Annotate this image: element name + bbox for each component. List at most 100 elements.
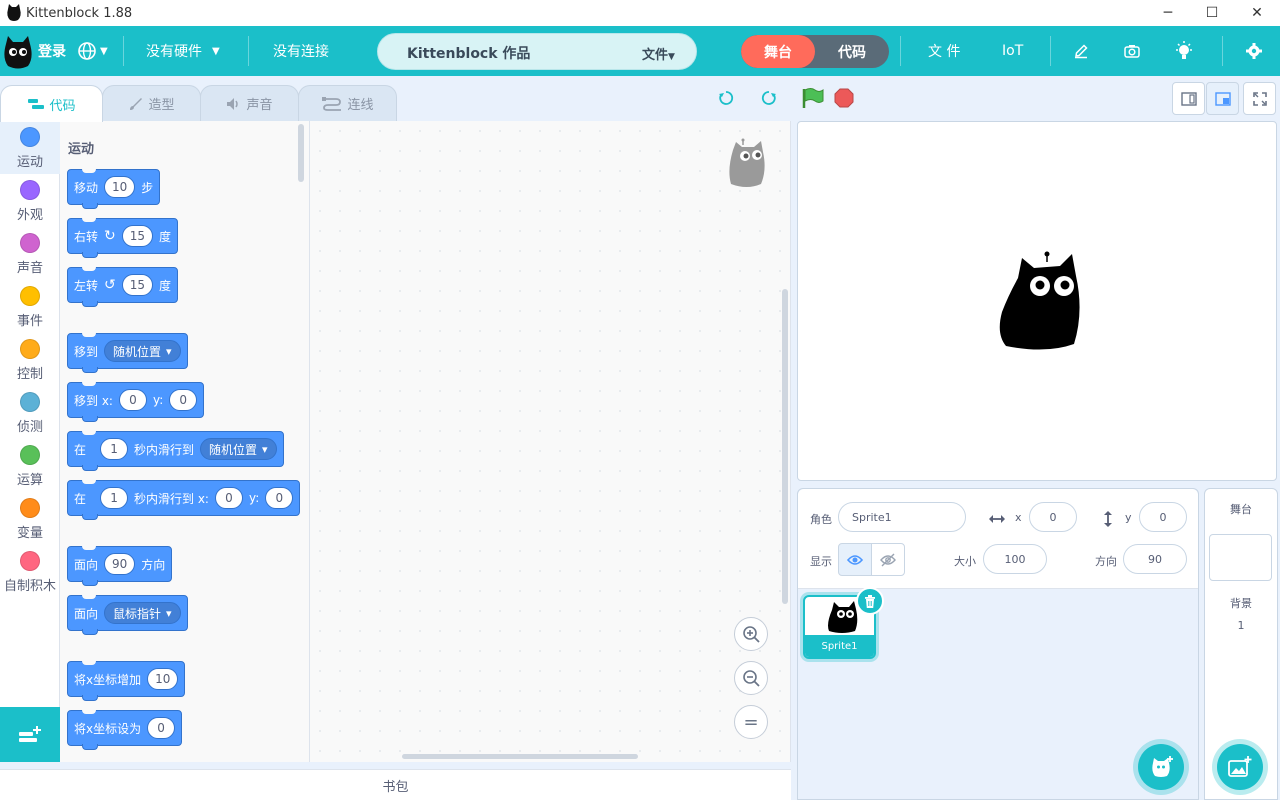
zoom-reset-button[interactable]: =	[734, 705, 768, 739]
backdrop-thumbnail[interactable]	[1209, 534, 1272, 581]
block-goto[interactable]: 移到 随机位置	[67, 333, 188, 373]
redo-button[interactable]	[760, 89, 778, 107]
block-point-direction[interactable]: 面向 90 方向	[67, 546, 173, 586]
close-button[interactable]: ✕	[1234, 0, 1280, 26]
size-input[interactable]: 100	[983, 544, 1047, 574]
block-glide-to[interactable]: 在 1 秒内滑行到 随机位置	[67, 431, 284, 471]
category-events[interactable]: 事件	[0, 280, 60, 333]
direction-input[interactable]: 90	[1123, 544, 1187, 574]
direction-input[interactable]: 90	[104, 553, 136, 575]
goto-target-dropdown[interactable]: 随机位置	[104, 340, 181, 362]
add-sprite-button[interactable]	[1138, 744, 1184, 790]
delete-sprite-button[interactable]	[856, 587, 884, 615]
block-turn-left[interactable]: 左转 ↺ 15 度	[67, 267, 179, 307]
code-blocks-icon	[28, 99, 45, 109]
block-point-towards[interactable]: 面向 鼠标指针	[67, 595, 188, 635]
file-dropdown[interactable]: 文件▼	[642, 44, 675, 63]
chevron-down-icon: ▼	[668, 52, 675, 62]
zoom-out-button[interactable]	[734, 661, 768, 695]
tab-costume[interactable]: 造型	[102, 85, 201, 121]
project-title-box[interactable]: Kittenblock 作品 文件▼	[377, 33, 697, 70]
tab-sound[interactable]: 声音	[200, 85, 299, 121]
wiring-icon	[322, 96, 342, 111]
palette-scrollbar[interactable]	[298, 124, 304, 182]
add-extension-button[interactable]	[0, 707, 60, 762]
settings-button[interactable]	[1246, 26, 1262, 76]
rotate-clockwise-icon: ↻	[104, 228, 116, 244]
login-button[interactable]: 登录	[38, 26, 66, 76]
sprite-name-input[interactable]: Sprite1	[838, 502, 966, 532]
block-glide-xy[interactable]: 在 1 秒内滑行到 x: 0 y: 0	[67, 480, 301, 520]
block-change-x[interactable]: 将x坐标增加 10	[67, 661, 186, 701]
avatar[interactable]	[2, 36, 34, 70]
y-input[interactable]: 0	[265, 487, 294, 509]
category-control[interactable]: 控制	[0, 333, 60, 386]
screenshot-button[interactable]	[1124, 26, 1140, 76]
maximize-button[interactable]: ☐	[1189, 0, 1235, 26]
hide-sprite-button[interactable]	[871, 543, 905, 576]
window-title: Kittenblock 1.88	[26, 5, 133, 21]
zoom-in-button[interactable]	[734, 617, 768, 651]
block-move-steps[interactable]: 移动 10 步	[67, 169, 161, 209]
degrees-input[interactable]: 15	[121, 225, 154, 247]
block-turn-right[interactable]: 右转 ↻ 15 度	[67, 218, 179, 258]
project-title[interactable]: Kittenblock 作品	[407, 43, 530, 63]
language-button[interactable]: ▼	[77, 26, 108, 76]
steps-input[interactable]: 10	[104, 176, 136, 198]
stop-button[interactable]	[834, 88, 854, 108]
change-x-input[interactable]: 10	[147, 668, 179, 690]
workspace-vertical-scrollbar[interactable]	[782, 289, 788, 604]
secs-input[interactable]: 1	[100, 438, 129, 460]
x-input[interactable]: 0	[214, 487, 243, 509]
x-input[interactable]: 0	[118, 389, 147, 411]
x-input[interactable]: 0	[1029, 502, 1077, 532]
chevron-down-icon: ▼	[100, 45, 108, 57]
divider	[1222, 36, 1223, 66]
small-stage-button[interactable]	[1172, 82, 1205, 115]
category-sound[interactable]: 声音	[0, 227, 60, 280]
category-variables[interactable]: 变量	[0, 492, 60, 545]
add-backdrop-button[interactable]	[1217, 744, 1263, 790]
towards-target-dropdown[interactable]: 鼠标指针	[104, 602, 181, 624]
block-label: 将x坐标设为	[74, 721, 142, 736]
vertical-arrows-icon	[1104, 511, 1112, 527]
code-workspace[interactable]	[310, 121, 791, 762]
stage-mode-button[interactable]: 舞台	[741, 35, 815, 68]
normal-stage-button[interactable]	[1206, 82, 1239, 115]
category-operators[interactable]: 运算	[0, 439, 60, 492]
stage-selector-title: 舞台	[1230, 503, 1252, 516]
tab-wiring[interactable]: 连线	[298, 85, 397, 121]
theme-button[interactable]	[1175, 26, 1193, 76]
file-menu[interactable]: 文 件	[928, 26, 960, 76]
undo-button[interactable]	[717, 89, 735, 107]
tab-code[interactable]: 代码	[0, 85, 103, 122]
minimize-button[interactable]: ─	[1145, 0, 1191, 26]
show-sprite-button[interactable]	[838, 543, 872, 576]
green-flag-button[interactable]	[801, 87, 825, 109]
category-looks[interactable]: 外观	[0, 174, 60, 227]
stage-canvas[interactable]	[797, 121, 1277, 481]
degrees-input[interactable]: 15	[121, 274, 154, 296]
backpack-bar[interactable]: 书包	[0, 769, 791, 800]
sprite-kitten[interactable]	[998, 250, 1082, 354]
category-dot	[20, 551, 40, 571]
block-palette: 运动 移动 10 步 右转 ↻ 15 度 左转 ↺ 15 度 移到 随机位置 移…	[60, 121, 310, 762]
fullscreen-button[interactable]	[1243, 82, 1276, 115]
glide-target-dropdown[interactable]: 随机位置	[200, 438, 277, 460]
category-sensing[interactable]: 侦测	[0, 386, 60, 439]
block-goto-xy[interactable]: 移到 x: 0 y: 0	[67, 382, 205, 422]
category-my-blocks[interactable]: 自制积木	[0, 545, 60, 598]
iot-menu[interactable]: IoT	[1002, 26, 1023, 76]
block-set-x[interactable]: 将x坐标设为 0	[67, 710, 183, 750]
secs-input[interactable]: 1	[100, 487, 129, 509]
y-input[interactable]: 0	[1139, 502, 1187, 532]
workspace-horizontal-scrollbar[interactable]	[402, 754, 638, 759]
block-label: 面向	[74, 606, 99, 621]
edit-button[interactable]	[1073, 26, 1089, 76]
code-mode-button[interactable]: 代码	[815, 35, 889, 68]
connection-status[interactable]: 没有连接	[273, 26, 329, 76]
category-motion[interactable]: 运动	[0, 121, 60, 174]
y-input[interactable]: 0	[169, 389, 198, 411]
hardware-menu[interactable]: 没有硬件 ▼	[146, 26, 220, 76]
set-x-input[interactable]: 0	[147, 717, 176, 739]
